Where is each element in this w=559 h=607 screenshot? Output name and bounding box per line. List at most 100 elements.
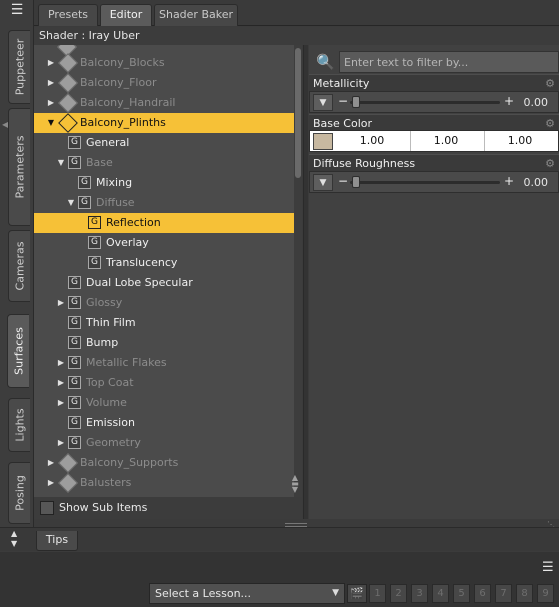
group-icon: G bbox=[88, 256, 101, 269]
lesson-step-button[interactable]: 4 bbox=[432, 584, 449, 603]
side-tab-lights[interactable]: Lights bbox=[8, 398, 30, 452]
lesson-step-button[interactable]: 5 bbox=[453, 584, 470, 603]
tree-item[interactable]: G Dual Lobe Specular bbox=[34, 273, 294, 293]
pane-bottom-bar: ▲ ▼ Tips bbox=[0, 527, 559, 551]
tree-item[interactable]: ▼ G Diffuse bbox=[34, 193, 294, 213]
clapperboard-icon[interactable]: 🎬 bbox=[347, 584, 367, 603]
decrement-icon[interactable]: − bbox=[338, 174, 348, 188]
tree-item-label: Balcony_Handrail bbox=[80, 96, 176, 109]
group-icon: G bbox=[68, 336, 81, 349]
tree-scroll-thumb[interactable] bbox=[295, 48, 301, 178]
dropdown-arrow-icon[interactable]: ▼ bbox=[313, 174, 333, 191]
expanded-arrow-icon[interactable]: ▼ bbox=[46, 113, 56, 133]
tree-item[interactable]: G Overlay bbox=[34, 233, 294, 253]
collapsed-arrow-icon[interactable]: ▶ bbox=[46, 93, 56, 113]
expanded-arrow-icon[interactable]: ▼ bbox=[56, 153, 66, 173]
side-tab-puppeteer[interactable]: Puppeteer bbox=[8, 30, 30, 104]
lesson-step-button[interactable]: 7 bbox=[495, 584, 512, 603]
lesson-menu-icon[interactable]: ☰ bbox=[542, 560, 554, 575]
lesson-step-button[interactable]: 3 bbox=[411, 584, 428, 603]
lesson-step-button[interactable]: 1 bbox=[369, 584, 386, 603]
collapsed-arrow-icon[interactable]: ▶ bbox=[46, 53, 56, 73]
tree-item[interactable]: ▶ G Geometry bbox=[34, 433, 294, 453]
pane-menu-icon[interactable]: ☰ bbox=[8, 3, 26, 19]
lesson-step-button[interactable]: 8 bbox=[516, 584, 533, 603]
filter-input[interactable] bbox=[339, 51, 559, 73]
material-icon bbox=[58, 453, 78, 473]
collapsed-arrow-icon[interactable]: ▶ bbox=[46, 473, 56, 493]
side-tab-posing[interactable]: Posing bbox=[8, 462, 30, 524]
expanded-arrow-icon[interactable]: ▼ bbox=[66, 193, 76, 213]
tab-tips[interactable]: Tips bbox=[36, 531, 78, 551]
group-icon: G bbox=[88, 236, 101, 249]
panel-splitter[interactable] bbox=[303, 45, 308, 519]
diffuse-roughness-slider-knob[interactable] bbox=[352, 176, 360, 188]
tree-item[interactable]: G Translucency bbox=[34, 253, 294, 273]
tree-item[interactable]: G Bump bbox=[34, 333, 294, 353]
metallicity-slider-knob[interactable] bbox=[352, 96, 360, 108]
show-sub-items-checkbox[interactable] bbox=[40, 501, 54, 515]
tree-item-label: Balcony_Supports bbox=[80, 456, 179, 469]
tree-item[interactable]: ▶ Balcony_Floor bbox=[34, 73, 294, 93]
tree-item[interactable]: ▶ G Top Coat bbox=[34, 373, 294, 393]
metallicity-value[interactable]: 0.00 bbox=[524, 96, 549, 109]
lesson-step-button[interactable]: 9 bbox=[537, 584, 554, 603]
base-color-swatch[interactable] bbox=[313, 133, 333, 150]
search-icon[interactable]: 🔍 bbox=[316, 53, 336, 73]
base-color-g[interactable]: 1.00 bbox=[410, 134, 482, 147]
tree-item-label: Emission bbox=[86, 416, 135, 429]
side-tab-parameters[interactable]: Parameters bbox=[8, 108, 30, 226]
side-tab-cameras[interactable]: Cameras bbox=[8, 230, 30, 302]
show-sub-items-row[interactable]: Show Sub Items bbox=[34, 497, 302, 519]
base-color-r[interactable]: 1.00 bbox=[336, 134, 408, 147]
tree-item[interactable]: ▶ Balcony_Handrail bbox=[34, 93, 294, 113]
increment-icon[interactable]: + bbox=[504, 94, 514, 108]
metallicity-slider-track[interactable] bbox=[350, 101, 500, 104]
gear-icon[interactable]: ⚙ bbox=[545, 75, 555, 92]
tree-item[interactable]: ▼ Balcony_Plinths bbox=[34, 113, 294, 133]
tree-item-label: Translucency bbox=[106, 256, 178, 269]
collapsed-arrow-icon[interactable]: ▶ bbox=[46, 73, 56, 93]
decrement-icon[interactable]: − bbox=[338, 94, 348, 108]
tree-item[interactable]: G Emission bbox=[34, 413, 294, 433]
metallicity-slider-row: ▼ − + 0.00 bbox=[309, 91, 559, 113]
lesson-step-button[interactable]: 6 bbox=[474, 584, 491, 603]
lesson-select[interactable]: Select a Lesson... ▼ bbox=[149, 583, 345, 604]
surface-tree: ▶ Balcony_Blocks ▶ Balcony_Floor ▶ Balcony_Ha… bbox=[34, 45, 294, 497]
lesson-step-button[interactable]: 2 bbox=[390, 584, 407, 603]
increment-icon[interactable]: + bbox=[504, 174, 514, 188]
up-down-arrows-icon[interactable]: ▲ ▼ bbox=[11, 529, 17, 549]
tree-item[interactable]: ▶ G Metallic Flakes bbox=[34, 353, 294, 373]
tree-item-label: Balcony_Plinths bbox=[80, 116, 166, 129]
collapsed-arrow-icon[interactable]: ▶ bbox=[56, 393, 66, 413]
property-header-metallicity: Metallicity ⚙ bbox=[309, 74, 559, 91]
tree-item[interactable]: ▶ G Volume bbox=[34, 393, 294, 413]
tree-item[interactable]: ▶ G Glossy bbox=[34, 293, 294, 313]
base-color-b[interactable]: 1.00 bbox=[484, 134, 556, 147]
tab-shader-baker[interactable]: Shader Baker bbox=[154, 4, 238, 26]
tree-item[interactable]: G General bbox=[34, 133, 294, 153]
dropdown-arrow-icon[interactable]: ▼ bbox=[313, 94, 333, 111]
diffuse-roughness-value[interactable]: 0.00 bbox=[524, 176, 549, 189]
lesson-select-value: Select a Lesson... bbox=[155, 587, 252, 600]
tab-editor[interactable]: Editor bbox=[100, 4, 152, 26]
tree-item[interactable]: G Reflection bbox=[34, 213, 294, 233]
side-tab-surfaces[interactable]: Surfaces bbox=[7, 314, 29, 388]
collapsed-arrow-icon[interactable]: ▶ bbox=[56, 293, 66, 313]
tree-item[interactable]: ▶ Balcony_Supports bbox=[34, 453, 294, 473]
tree-item[interactable]: ▶ Balcony_Blocks bbox=[34, 53, 294, 73]
collapsed-arrow-icon[interactable]: ▶ bbox=[56, 373, 66, 393]
tab-presets[interactable]: Presets bbox=[38, 4, 98, 26]
collapsed-arrow-icon[interactable]: ▶ bbox=[56, 433, 66, 453]
gear-icon[interactable]: ⚙ bbox=[545, 155, 555, 172]
tree-scrollbar[interactable] bbox=[294, 45, 302, 497]
scroll-grip-icon[interactable]: ▲ ▬ ▼ bbox=[289, 474, 301, 494]
tree-item[interactable]: G Mixing bbox=[34, 173, 294, 193]
collapsed-arrow-icon[interactable]: ▶ bbox=[56, 353, 66, 373]
tree-item[interactable]: ▶ Balusters bbox=[34, 473, 294, 493]
tree-item[interactable]: G Thin Film bbox=[34, 313, 294, 333]
collapsed-arrow-icon[interactable]: ▶ bbox=[46, 453, 56, 473]
diffuse-roughness-slider-track[interactable] bbox=[350, 181, 500, 184]
tree-item[interactable]: ▼ G Base bbox=[34, 153, 294, 173]
side-tab-label: Puppeteer bbox=[13, 38, 26, 96]
